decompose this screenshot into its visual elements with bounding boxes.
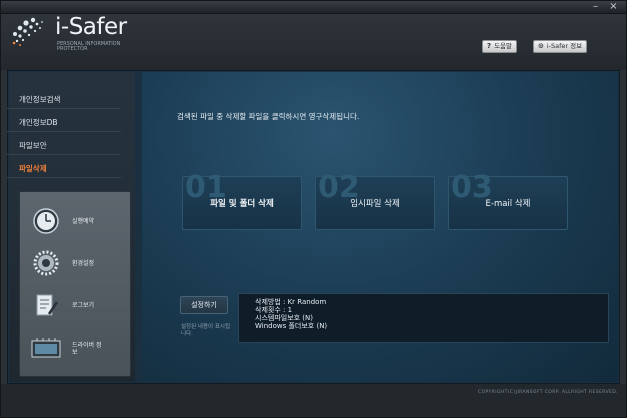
tools-panel: 실행예약 환경설정 로그보기 드라이버 정보 [19, 191, 131, 377]
setting-windows-folder-protect: Windows 폴더보호 (N) [255, 322, 328, 330]
close-button[interactable]: × [608, 2, 619, 12]
about-button-label: i-Safer 정보 [546, 42, 583, 50]
sidebar-item-label: 파일삭제 [19, 164, 47, 173]
setting-method: 삭제방법 : Kr Random [255, 298, 327, 306]
gear-icon [28, 249, 64, 277]
about-button[interactable]: ⊙ i-Safer 정보 [533, 40, 588, 53]
log-label: 로그보기 [72, 301, 95, 309]
delete-notice: 검색된 파일 중 삭제할 파일을 클릭하시면 영구삭제됩니다. [177, 112, 360, 121]
sidebar-item-label: 파일보안 [19, 141, 47, 150]
schedule-button[interactable]: 실행예약 [28, 204, 124, 238]
sidebar-item-search[interactable]: 개인정보검색 [7, 90, 121, 109]
settings-menu-button[interactable]: 환경설정 [28, 246, 124, 280]
delete-email-button[interactable]: 03 E-mail 삭제 [448, 173, 568, 230]
sidebar-item-file-security[interactable]: 파일보안 [7, 136, 121, 155]
app-window: – × i-Safer PERSONAL INFORMATION PROTECT… [0, 0, 627, 418]
footer [1, 384, 626, 417]
action-label: 임시파일 삭제 [350, 199, 400, 209]
setting-system-file-protect: 시스템파일보호 (N) [255, 314, 314, 322]
delete-temp-files-button[interactable]: 02 임시파일 삭제 [315, 173, 435, 230]
sidebar-item-db[interactable]: 개인정보DB [7, 113, 121, 132]
info-icon: ⊙ [538, 42, 544, 50]
action-label: E-mail 삭제 [485, 199, 531, 209]
clock-icon [28, 207, 64, 235]
action-label: 파일 및 폴더 삭제 [210, 199, 274, 209]
setting-count: 삭제횟수 : 1 [255, 306, 293, 314]
log-button[interactable]: 로그보기 [28, 288, 124, 322]
configure-button[interactable]: 설정하기 [180, 296, 228, 314]
help-button-label: 도움말 [494, 42, 513, 50]
sidebar-item-label: 개인정보검색 [19, 95, 61, 104]
settings-hint: 설정된 내용이 표시됩니다. [181, 324, 231, 337]
delete-files-folders-button[interactable]: 01 파일 및 폴더 삭제 [182, 173, 302, 230]
copyright: COPYRIGHT(C)JIRANSOFT CORP. ALLRIGHT RES… [478, 390, 618, 395]
title-bar: – × [1, 1, 626, 14]
app-subtitle: PERSONAL INFORMATION PROTECTOR [57, 41, 121, 52]
app-name: i-Safer [55, 14, 127, 40]
sidebar-item-file-delete[interactable]: 파일삭제 [7, 159, 121, 178]
driver-info-label: 드라이버 정보 [72, 342, 102, 356]
settings-menu-label: 환경설정 [72, 259, 95, 267]
driver-icon [28, 335, 64, 363]
schedule-label: 실행예약 [72, 217, 95, 225]
minimize-button[interactable]: – [590, 2, 601, 12]
help-button[interactable]: ? 도움말 [482, 40, 518, 53]
sidebar-item-label: 개인정보DB [19, 118, 58, 127]
logo-icon [9, 14, 51, 48]
driver-info-button[interactable]: 드라이버 정보 [28, 332, 124, 366]
question-icon: ? [487, 42, 492, 50]
log-icon [28, 291, 64, 319]
